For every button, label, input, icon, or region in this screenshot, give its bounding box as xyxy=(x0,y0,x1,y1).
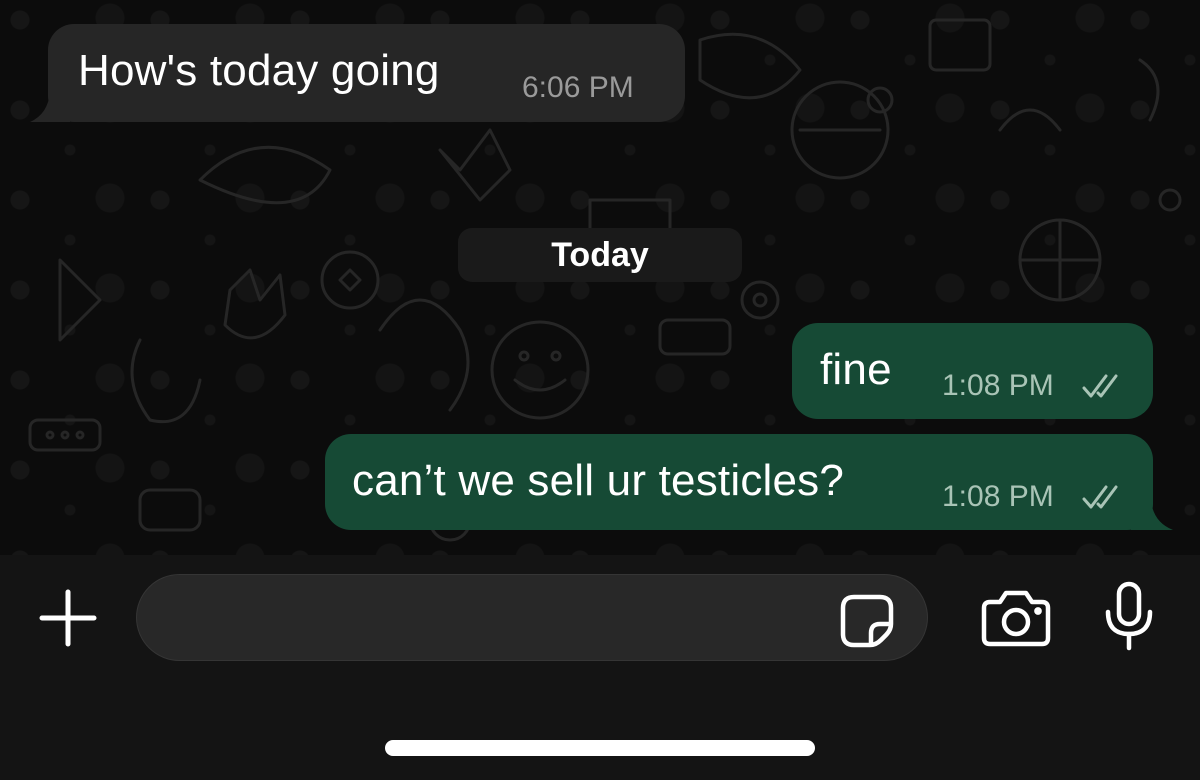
message-text: can’t we sell ur testicles? xyxy=(352,456,845,505)
sticker-icon[interactable] xyxy=(838,592,896,650)
message-time: 1:08 PM xyxy=(942,369,1054,402)
home-indicator xyxy=(385,740,815,756)
message-time: 6:06 PM xyxy=(522,71,634,104)
plus-icon[interactable] xyxy=(36,586,100,650)
bubble-tail xyxy=(30,92,70,122)
message-input[interactable] xyxy=(136,574,928,661)
camera-icon[interactable] xyxy=(980,588,1052,648)
incoming-message[interactable]: How's today going 6:06 PM xyxy=(30,24,685,122)
double-check-icon xyxy=(1082,485,1118,509)
chat-screen: How's today going 6:06 PM Today fine 1:0… xyxy=(0,0,1200,780)
double-check-icon xyxy=(1082,374,1118,398)
chat-background: How's today going 6:06 PM Today fine 1:0… xyxy=(0,0,1200,555)
message-text: fine xyxy=(820,345,892,394)
message-text: How's today going xyxy=(78,46,440,95)
microphone-icon[interactable] xyxy=(1102,580,1156,652)
bubble-tail xyxy=(1131,500,1173,530)
message-time: 1:08 PM xyxy=(942,480,1054,513)
outgoing-message[interactable]: fine 1:08 PM xyxy=(792,323,1153,419)
date-separator: Today xyxy=(458,228,742,282)
outgoing-message[interactable]: can’t we sell ur testicles? 1:08 PM xyxy=(325,434,1173,530)
